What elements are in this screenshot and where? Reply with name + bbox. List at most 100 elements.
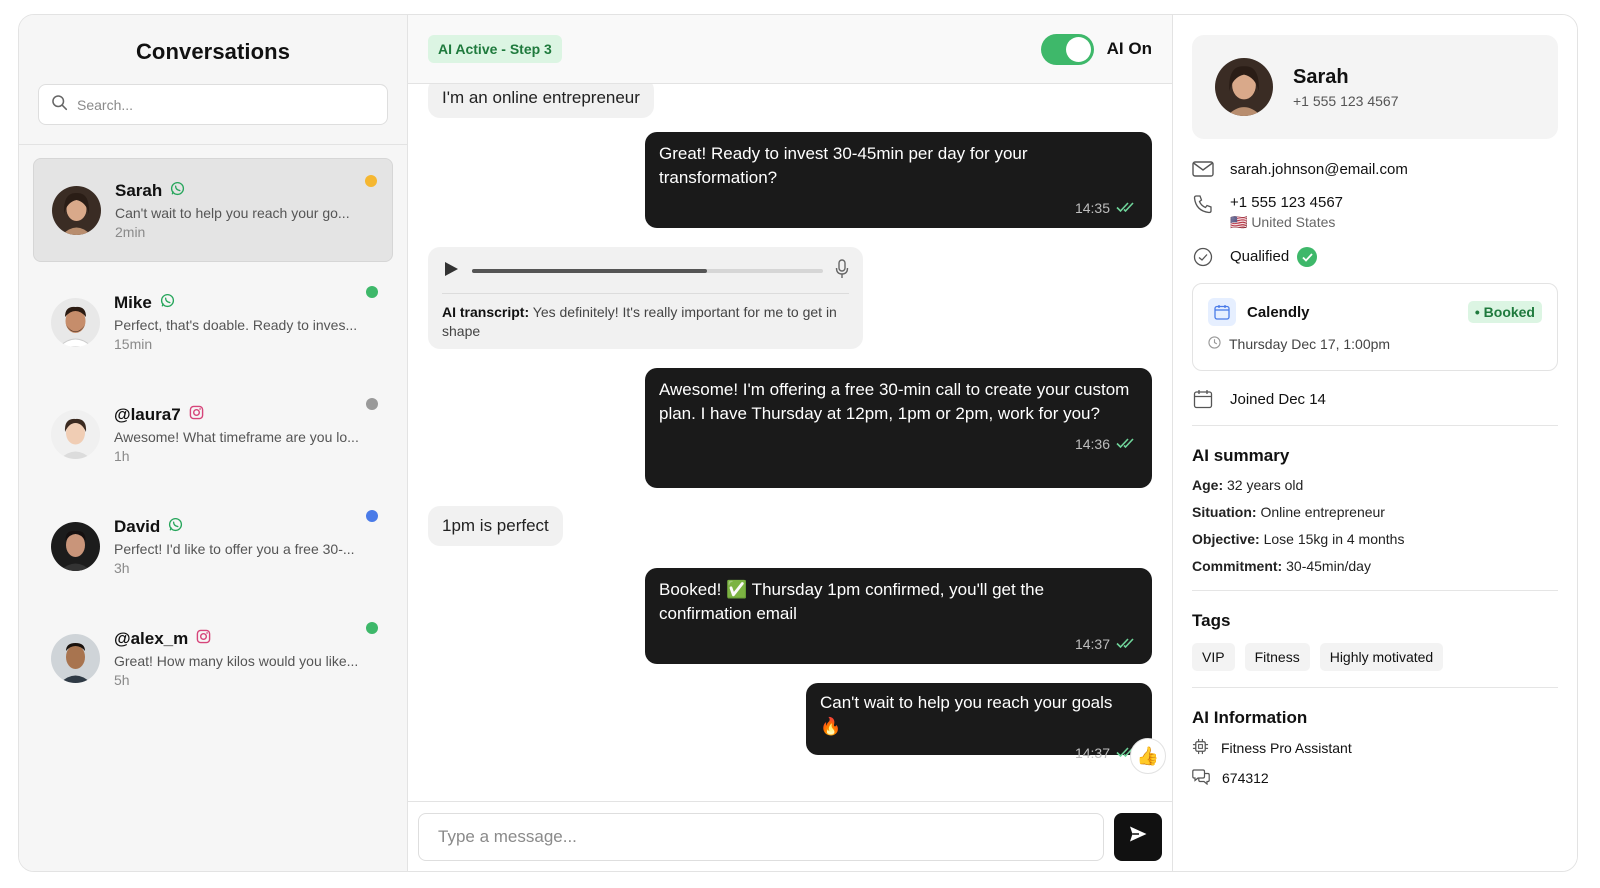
- message-time: 14:37: [1074, 745, 1110, 761]
- reaction-emoji[interactable]: 👍: [1130, 738, 1166, 774]
- status-dot: [366, 398, 378, 410]
- search-input[interactable]: [77, 96, 375, 113]
- message-text: Can't wait to help you reach your goals …: [820, 693, 1113, 736]
- booked-badge: • Booked: [1467, 301, 1542, 323]
- message-outgoing: Booked! ✅ Thursday 1pm confirmed, you'll…: [645, 568, 1152, 664]
- conversation-preview: Perfect, that's doable. Ready to inves..…: [114, 316, 358, 333]
- toggle-knob: [1065, 36, 1091, 62]
- qualification-row: Qualified: [1192, 247, 1558, 267]
- divider: [1192, 590, 1558, 591]
- chip-icon: [1192, 738, 1209, 758]
- conversation-name: Mike: [114, 292, 152, 312]
- summary-item: Age: 32 years old: [1192, 477, 1304, 493]
- contact-phone[interactable]: +1 555 123 4567: [1230, 194, 1343, 211]
- conversation-item[interactable]: Mike Perfect, that's doable. Ready to in…: [33, 270, 393, 374]
- conversation-item[interactable]: @laura7 Awesome! What timeframe are you …: [33, 382, 393, 486]
- ai-assistant-row: Fitness Pro Assistant: [1192, 738, 1558, 758]
- search-box[interactable]: [38, 84, 388, 125]
- conversation-name: @laura7: [114, 404, 181, 424]
- tags-title: Tags: [1192, 611, 1231, 630]
- message-text: Awesome! I'm offering a free 30-min call…: [659, 380, 1130, 423]
- contact-profile-panel: Sarah +1 555 123 4567 sarah.johnson@emai…: [1173, 15, 1577, 871]
- conversation-item[interactable]: David Perfect! I'd like to offer you a f…: [33, 494, 393, 598]
- instagram-icon: [189, 405, 204, 425]
- tag[interactable]: VIP: [1192, 643, 1235, 671]
- divider: [442, 293, 849, 294]
- message-incoming: I'm an online entrepreneur: [428, 84, 654, 118]
- audio-progress-track[interactable]: [472, 269, 823, 273]
- conversation-preview: Great! How many kilos would you like...: [114, 652, 359, 669]
- microphone-icon: [835, 258, 849, 284]
- chat-header: AI Active - Step 3 AI On: [408, 15, 1172, 84]
- message-list: I'm an online entrepreneur Great! Ready …: [408, 84, 1172, 801]
- play-icon[interactable]: [442, 260, 460, 283]
- contact-country: 🇺🇸 United States: [1230, 214, 1336, 230]
- calendar-icon: [1208, 298, 1236, 326]
- message-text: I'm an online entrepreneur: [442, 88, 640, 107]
- message-text: Great! Ready to invest 30-45min per day …: [659, 144, 1028, 187]
- contact-email[interactable]: sarah.johnson@email.com: [1230, 161, 1408, 178]
- conversation-preview: Perfect! I'd like to offer you a free 30…: [114, 540, 355, 557]
- sidebar-header: Conversations: [19, 15, 407, 145]
- message-incoming: 1pm is perfect: [428, 506, 563, 546]
- message-time: 14:37: [1074, 636, 1110, 652]
- avatar: [52, 185, 101, 235]
- instagram-icon: [196, 629, 211, 649]
- booking-time: Thursday Dec 17, 1:00pm: [1229, 336, 1391, 352]
- double-check-icon: [1116, 432, 1138, 456]
- whatsapp-icon: [160, 293, 175, 313]
- phone-row: +1 555 123 4567 🇺🇸 United States: [1192, 194, 1558, 231]
- mail-icon: [1192, 161, 1214, 177]
- ai-id: 674312: [1222, 770, 1269, 786]
- tag[interactable]: Fitness: [1244, 643, 1310, 671]
- avatar: [51, 633, 100, 683]
- calendar-icon: [1192, 389, 1214, 409]
- ai-toggle[interactable]: [1040, 33, 1094, 65]
- qualified-check-icon: [1297, 247, 1318, 267]
- conversation-time: 2min: [115, 223, 146, 240]
- send-button[interactable]: [1114, 812, 1162, 861]
- chat-bubbles-icon: [1192, 768, 1210, 788]
- profile-phone: +1 555 123 4567: [1293, 92, 1399, 109]
- status-dot: [366, 622, 378, 634]
- message-composer: [408, 801, 1172, 871]
- clock-icon: [1208, 336, 1221, 352]
- tag[interactable]: Highly motivated: [1319, 643, 1444, 671]
- avatar: [51, 409, 100, 459]
- voice-transcript: AI transcript: Yes definitely! It's real…: [442, 303, 849, 341]
- status-dot: [366, 286, 378, 298]
- calendar-provider: Calendly: [1247, 303, 1310, 321]
- avatar: [1215, 58, 1273, 116]
- qualification-status: Qualified: [1230, 247, 1290, 265]
- ai-info-title: AI Information: [1192, 708, 1308, 727]
- status-dot: [366, 510, 378, 522]
- conversations-sidebar: Conversations Sarah Can't wait to help y…: [19, 15, 408, 871]
- profile-card: Sarah +1 555 123 4567: [1192, 35, 1558, 139]
- ai-toggle-label: AI On: [1106, 39, 1152, 58]
- audio-progress-fill: [472, 269, 708, 273]
- conversation-item[interactable]: Sarah Can't wait to help you reach your …: [33, 158, 393, 262]
- message-time: 14:36: [1074, 436, 1110, 452]
- avatar: [51, 521, 100, 571]
- avatar: [51, 297, 100, 347]
- calendar-booking-card[interactable]: Calendly • Booked Thursday Dec 17, 1:00p…: [1192, 283, 1558, 371]
- conversation-item[interactable]: @alex_m Great! How many kilos would you …: [33, 606, 393, 710]
- summary-item: Objective: Lose 15kg in 4 months: [1192, 531, 1405, 547]
- send-icon: [1128, 825, 1148, 848]
- conversation-list: Sarah Can't wait to help you reach your …: [19, 145, 407, 731]
- conversation-name: David: [114, 516, 161, 536]
- message-text: 1pm is perfect: [442, 516, 549, 535]
- conversation-preview: Can't wait to help you reach your go...: [115, 204, 350, 221]
- message-input[interactable]: [418, 812, 1104, 861]
- double-check-icon: [1116, 632, 1138, 656]
- message-time: 14:35: [1074, 200, 1110, 216]
- message-text: Booked! ✅ Thursday 1pm confirmed, you'll…: [659, 580, 1045, 623]
- tag-list: VIP Fitness Highly motivated: [1192, 643, 1558, 671]
- divider: [1192, 425, 1558, 426]
- message-outgoing: Awesome! I'm offering a free 30-min call…: [645, 368, 1152, 488]
- ai-summary-title: AI summary: [1192, 446, 1290, 465]
- sidebar-title: Conversations: [135, 39, 291, 64]
- check-circle-icon: [1192, 247, 1214, 267]
- voice-message: AI transcript: Yes definitely! It's real…: [428, 247, 863, 349]
- ai-id-row: 674312: [1192, 768, 1558, 788]
